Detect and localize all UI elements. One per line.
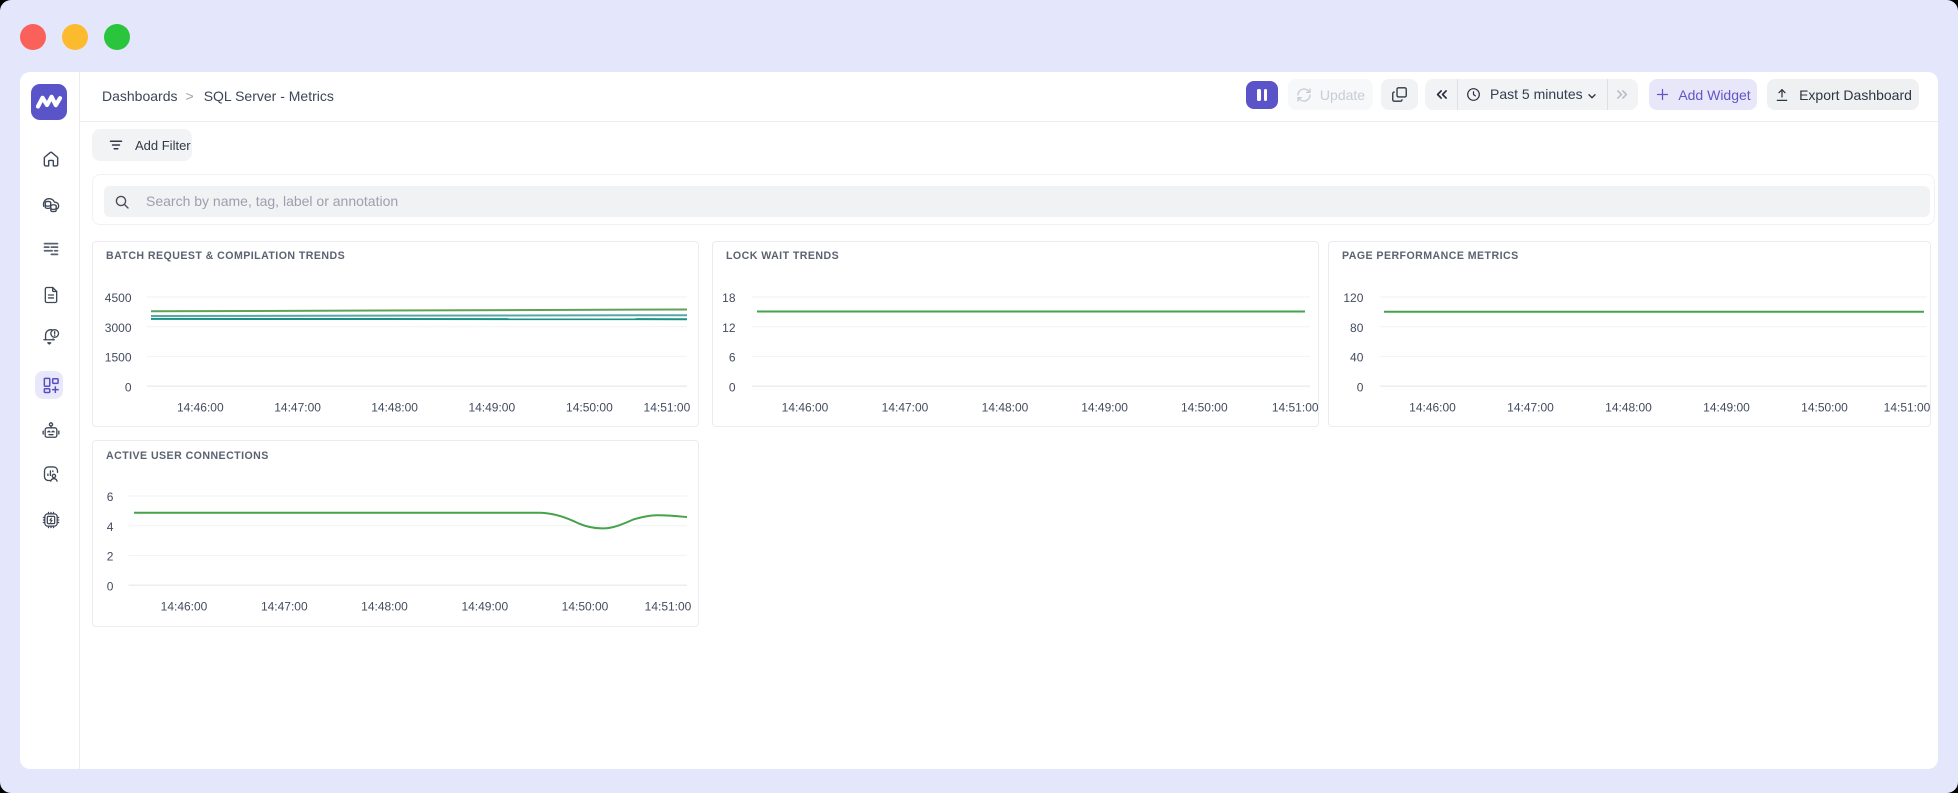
svg-text:14:48:00: 14:48:00: [361, 600, 408, 614]
svg-text:80: 80: [1350, 320, 1364, 334]
svg-text:14:48:00: 14:48:00: [1605, 400, 1652, 414]
svg-text:14:50:00: 14:50:00: [1181, 400, 1228, 414]
svg-text:14:47:00: 14:47:00: [274, 400, 321, 414]
svg-text:14:49:00: 14:49:00: [1081, 400, 1128, 414]
svg-text:4: 4: [107, 520, 114, 534]
svg-text:14:48:00: 14:48:00: [982, 400, 1029, 414]
svg-text:14:50:00: 14:50:00: [1801, 400, 1848, 414]
svg-text:14:49:00: 14:49:00: [461, 600, 508, 614]
svg-text:14:49:00: 14:49:00: [1703, 400, 1750, 414]
svg-text:40: 40: [1350, 350, 1364, 364]
svg-text:120: 120: [1343, 291, 1363, 305]
svg-text:14:47:00: 14:47:00: [1507, 400, 1554, 414]
svg-text:14:50:00: 14:50:00: [566, 400, 613, 414]
svg-text:14:46:00: 14:46:00: [782, 400, 829, 414]
svg-text:14:51:00: 14:51:00: [644, 400, 691, 414]
svg-text:0: 0: [125, 380, 132, 394]
svg-text:6: 6: [729, 350, 736, 364]
svg-text:14:46:00: 14:46:00: [1409, 400, 1456, 414]
svg-text:14:46:00: 14:46:00: [177, 400, 224, 414]
svg-text:14:49:00: 14:49:00: [468, 400, 515, 414]
svg-text:14:51:00: 14:51:00: [645, 600, 692, 614]
svg-text:12: 12: [722, 320, 736, 334]
svg-text:14:48:00: 14:48:00: [371, 400, 418, 414]
svg-text:0: 0: [729, 380, 736, 394]
svg-text:14:51:00: 14:51:00: [1272, 400, 1318, 414]
svg-text:14:47:00: 14:47:00: [882, 400, 929, 414]
svg-text:14:50:00: 14:50:00: [562, 600, 609, 614]
svg-text:18: 18: [722, 291, 736, 305]
svg-text:1500: 1500: [105, 350, 132, 364]
svg-text:14:46:00: 14:46:00: [161, 600, 208, 614]
svg-text:4500: 4500: [105, 291, 132, 305]
svg-text:3000: 3000: [105, 320, 132, 334]
svg-text:0: 0: [1357, 380, 1364, 394]
svg-text:2: 2: [107, 550, 114, 564]
svg-text:6: 6: [107, 490, 114, 504]
svg-text:0: 0: [107, 579, 114, 593]
svg-text:14:51:00: 14:51:00: [1884, 400, 1930, 414]
svg-text:14:47:00: 14:47:00: [261, 600, 308, 614]
